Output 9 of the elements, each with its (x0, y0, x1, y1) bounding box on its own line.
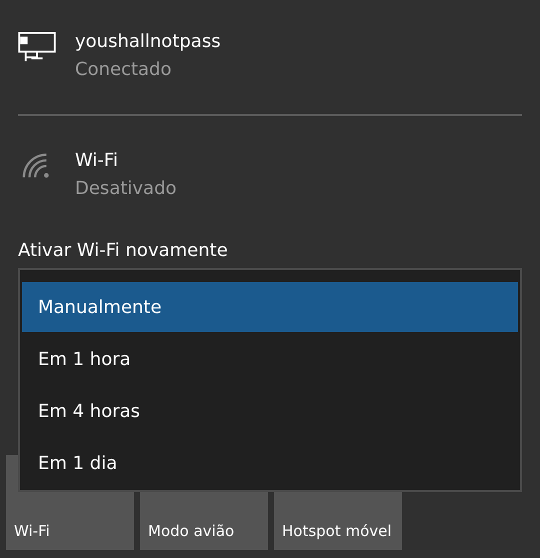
network-name: Wi-Fi (75, 149, 119, 173)
network-status: Conectado (75, 58, 172, 82)
ethernet-monitor-icon (18, 32, 56, 62)
dropdown-option[interactable]: Em 4 horas (22, 386, 518, 436)
dropdown-option[interactable]: Manualmente (22, 282, 518, 332)
reenable-label: Ativar Wi-Fi novamente (18, 239, 229, 263)
network-name: youshallnotpass (75, 30, 221, 54)
dropdown-option[interactable]: Em 1 hora (22, 334, 518, 384)
network-status: Desativado (75, 177, 177, 201)
